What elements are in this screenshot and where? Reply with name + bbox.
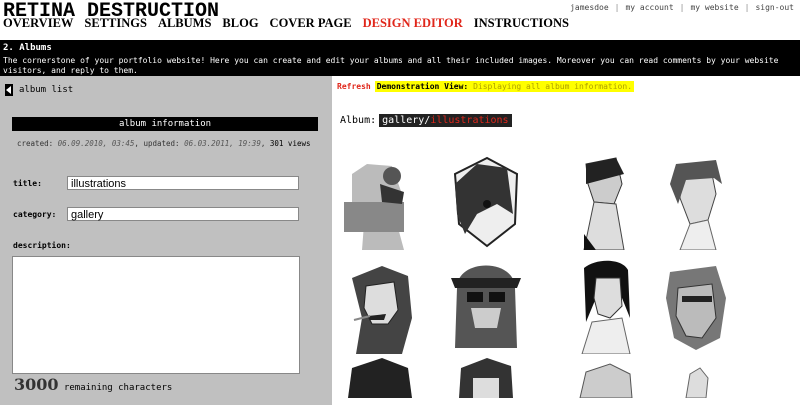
info-header: album information bbox=[12, 117, 318, 131]
nav-overview[interactable]: OVERVIEW bbox=[3, 16, 73, 31]
updated-value: 06.03.2011, 19:39 bbox=[184, 139, 261, 148]
username: jamesdoe bbox=[570, 3, 609, 12]
demo-banner: Demonstration View: Displaying all album… bbox=[374, 81, 635, 92]
description-textarea[interactable] bbox=[12, 256, 300, 374]
section-header: 2. Albums The cornerstone of your portfo… bbox=[0, 40, 800, 76]
album-thumbnail[interactable] bbox=[566, 358, 644, 398]
sign-out-link[interactable]: sign-out bbox=[755, 3, 794, 12]
demo-text: Displaying all album information. bbox=[473, 82, 633, 91]
album-thumbnail[interactable] bbox=[656, 154, 734, 250]
nav-instructions[interactable]: INSTRUCTIONS bbox=[474, 16, 569, 31]
album-thumbnail[interactable] bbox=[656, 258, 734, 354]
album-thumbnail[interactable] bbox=[566, 154, 644, 250]
title-input[interactable]: illustrations bbox=[67, 176, 299, 190]
album-parent[interactable]: gallery bbox=[382, 115, 424, 126]
album-thumbnail[interactable] bbox=[342, 358, 420, 398]
album-breadcrumb: Album: gallery/illustrations bbox=[340, 114, 512, 127]
category-input[interactable]: gallery bbox=[67, 207, 299, 221]
char-counter: 3000 remaining characters bbox=[14, 375, 172, 394]
back-arrow-icon bbox=[5, 84, 13, 96]
preview-panel: Refresh Demonstration View: Displaying a… bbox=[332, 76, 800, 405]
preview-toolbar: Refresh Demonstration View: Displaying a… bbox=[337, 81, 635, 92]
created-label: created: bbox=[17, 139, 54, 148]
album-thumbnail[interactable] bbox=[342, 154, 420, 250]
nav-albums[interactable]: ALBUMS bbox=[158, 16, 211, 31]
created-value: 06.09.2010, 03:45 bbox=[57, 139, 135, 148]
album-thumbnail[interactable] bbox=[566, 258, 644, 354]
nav-blog[interactable]: BLOG bbox=[222, 16, 258, 31]
main-nav: OVERVIEW SETTINGS ALBUMS BLOG COVER PAGE… bbox=[3, 16, 569, 31]
album-meta: created: 06.09.2010, 03:45, updated: 06.… bbox=[17, 139, 311, 148]
nav-design-editor[interactable]: DESIGN EDITOR bbox=[363, 16, 463, 31]
album-label: Album: bbox=[340, 115, 377, 126]
my-website-link[interactable]: my website bbox=[690, 3, 738, 12]
album-path: gallery/illustrations bbox=[379, 114, 512, 127]
description-label: description: bbox=[13, 241, 71, 250]
separator: | bbox=[614, 3, 620, 12]
section-description: The cornerstone of your portfolio websit… bbox=[3, 56, 779, 75]
album-edit-panel: album list album information created: 06… bbox=[0, 76, 332, 405]
album-thumbnail[interactable] bbox=[447, 358, 525, 398]
back-label: album list bbox=[19, 85, 74, 95]
nav-cover-page[interactable]: COVER PAGE bbox=[270, 16, 352, 31]
album-current: illustrations bbox=[430, 115, 509, 126]
remaining-label: remaining characters bbox=[63, 383, 173, 393]
category-label: category: bbox=[13, 210, 57, 219]
section-title: 2. Albums bbox=[3, 43, 52, 53]
refresh-button[interactable]: Refresh bbox=[337, 82, 371, 91]
demo-label: Demonstration View: bbox=[376, 82, 469, 91]
my-account-link[interactable]: my account bbox=[625, 3, 673, 12]
album-thumbnail[interactable] bbox=[656, 358, 734, 398]
remaining-count: 3000 bbox=[14, 375, 59, 394]
album-thumbnail[interactable] bbox=[342, 258, 420, 354]
album-thumbnail[interactable] bbox=[447, 258, 525, 354]
back-to-album-list[interactable]: album list bbox=[5, 84, 73, 96]
title-label: title: bbox=[13, 179, 42, 188]
album-thumbnail[interactable] bbox=[447, 154, 525, 250]
separator: | bbox=[744, 3, 750, 12]
updated-label: updated: bbox=[143, 139, 180, 148]
view-count: 301 views bbox=[269, 139, 311, 148]
separator: | bbox=[679, 3, 685, 12]
nav-settings[interactable]: SETTINGS bbox=[84, 16, 147, 31]
account-links: jamesdoe | my account | my website | sig… bbox=[570, 3, 794, 12]
